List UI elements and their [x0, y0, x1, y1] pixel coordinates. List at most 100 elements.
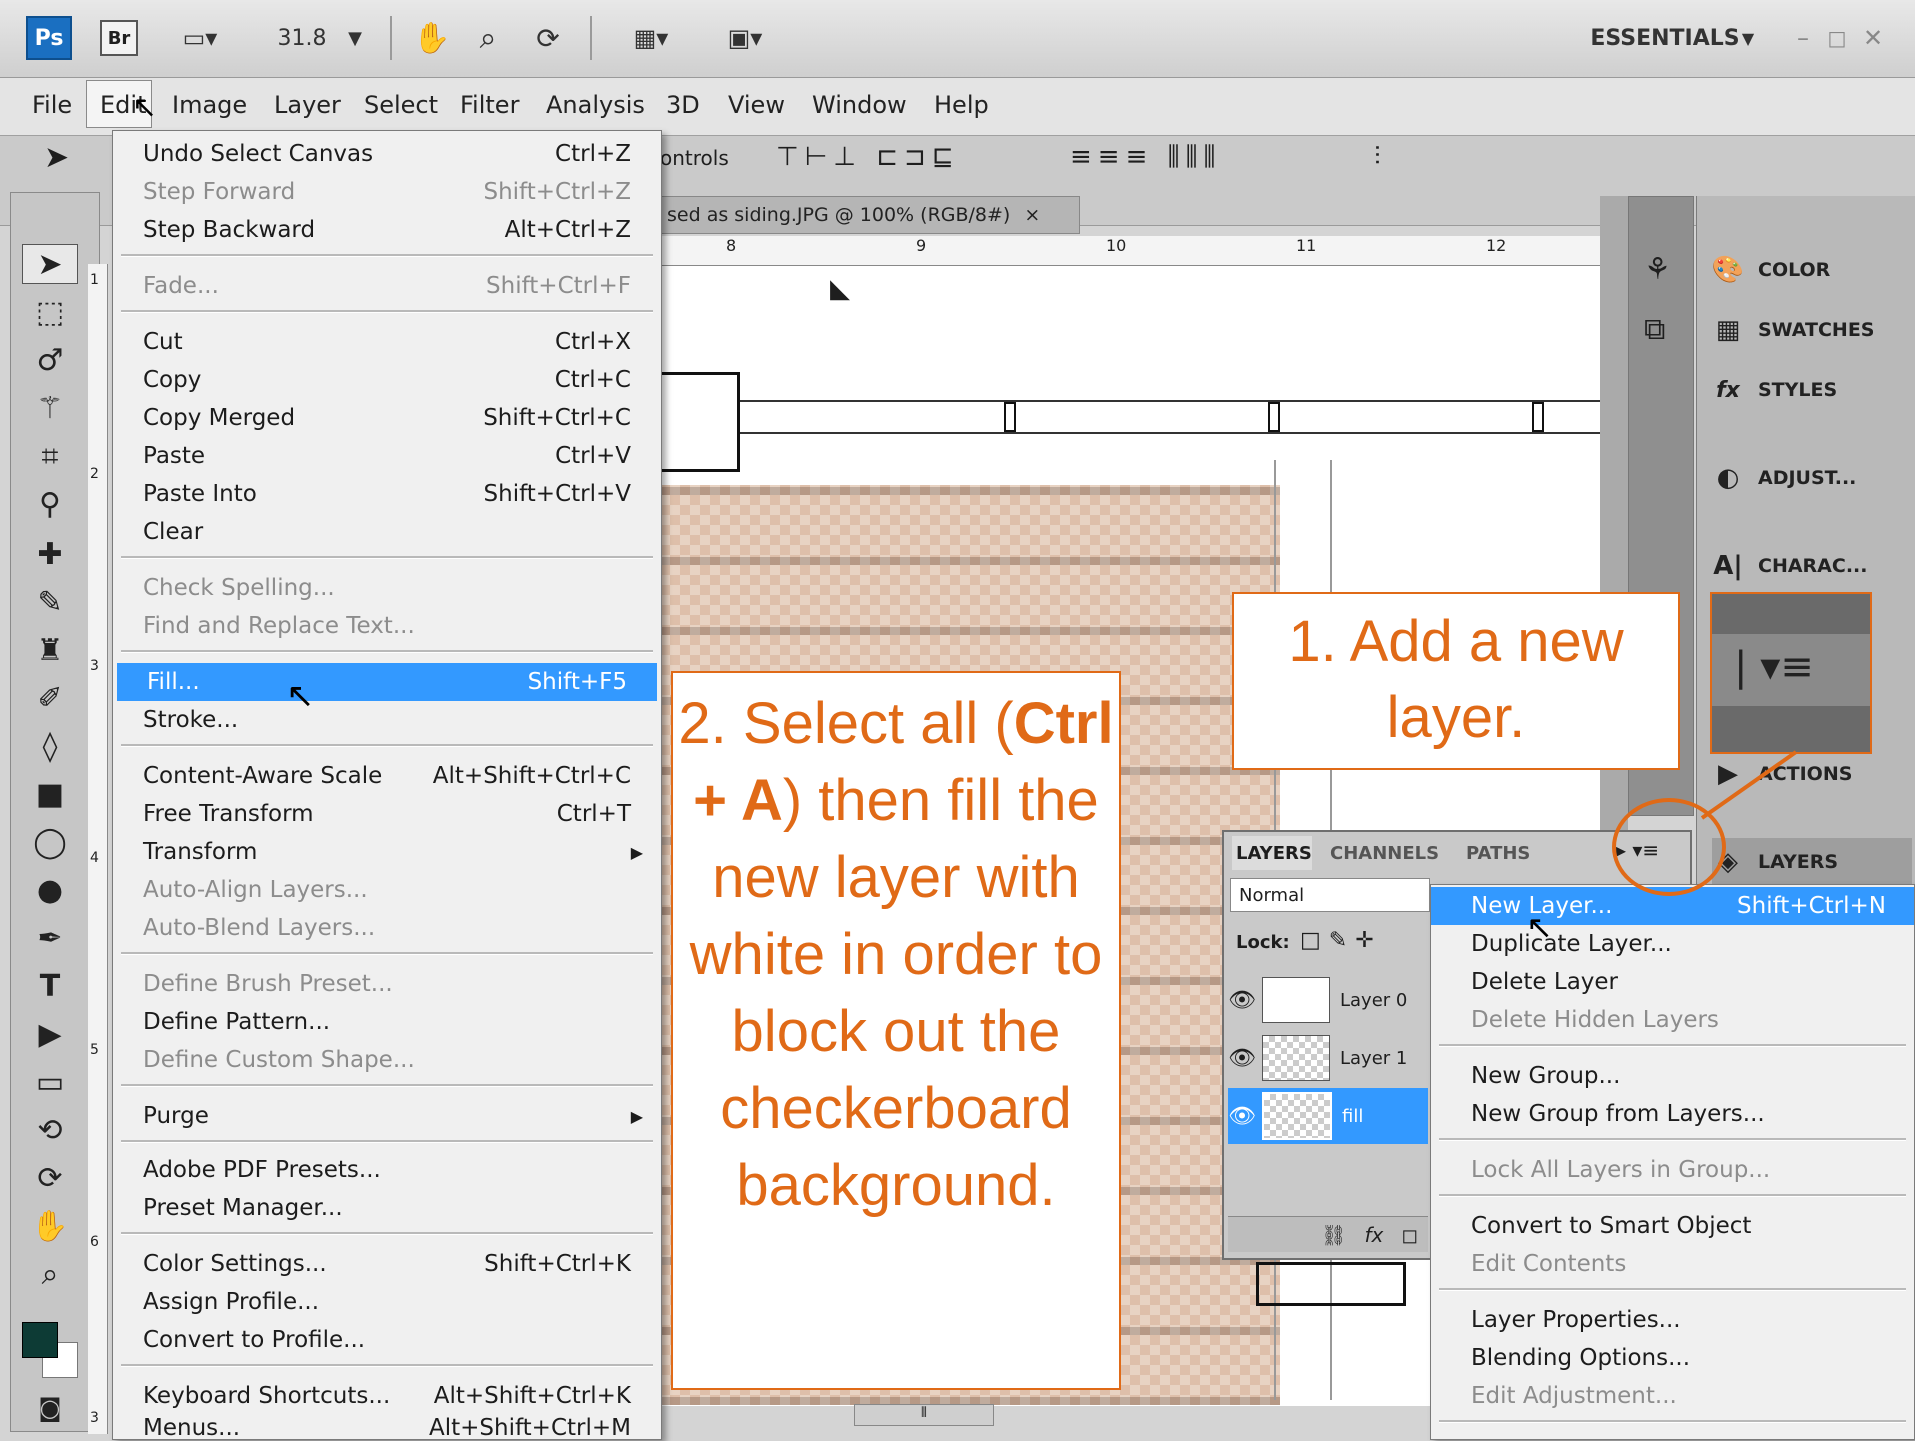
hand-tool-icon[interactable]: ✋: [22, 1206, 78, 1246]
panel-character[interactable]: A| CHARAC...: [1712, 542, 1912, 590]
menu-window[interactable]: Window: [808, 82, 911, 128]
layer-row[interactable]: 👁 Layer 0: [1228, 972, 1428, 1028]
menu-item-new-group-from-layers[interactable]: New Group from Layers...: [1431, 1095, 1914, 1133]
menu-item-pdf-presets[interactable]: Adobe PDF Presets...: [113, 1151, 661, 1189]
menu-analysis[interactable]: Analysis: [542, 82, 649, 128]
gradient-tool-icon[interactable]: ■: [22, 774, 78, 814]
menu-select[interactable]: Select: [360, 82, 442, 128]
horizontal-scrollbar-thumb[interactable]: ⫴: [854, 1404, 994, 1426]
link-layers-icon[interactable]: ⛓: [1321, 1223, 1346, 1247]
photoshop-logo[interactable]: Ps: [26, 16, 72, 60]
bridge-button[interactable]: Br: [100, 20, 138, 56]
tool-presets-icon[interactable]: ⚘: [1644, 252, 1671, 287]
distribute-buttons-icon[interactable]: ≡≡≡ ⫼⫼⫼: [1070, 142, 1222, 173]
zoom-tool-icon[interactable]: ⌕: [22, 1254, 78, 1294]
brush-tool-icon[interactable]: ✎: [22, 582, 78, 622]
menu-item-keyboard-shortcuts[interactable]: Keyboard Shortcuts... Alt+Shift+Ctrl+K: [113, 1377, 661, 1415]
menu-item-copy[interactable]: Copy Ctrl+C: [113, 361, 661, 399]
menu-item-stroke[interactable]: Stroke...: [113, 701, 661, 739]
menu-filter[interactable]: Filter: [456, 82, 523, 128]
menu-help[interactable]: Help: [930, 82, 993, 128]
pen-tool-icon[interactable]: ✒: [22, 918, 78, 958]
move-tool-icon[interactable]: ➤: [22, 244, 78, 284]
lasso-tool-icon[interactable]: ♂: [22, 340, 78, 380]
menu-3d[interactable]: 3D: [662, 82, 704, 128]
zoom-tool-icon[interactable]: ⌕: [468, 16, 508, 60]
eyedropper-tool-icon[interactable]: ⚲: [22, 484, 78, 524]
layer-style-icon[interactable]: fx: [1365, 1223, 1384, 1247]
healing-brush-tool-icon[interactable]: ✚: [22, 534, 78, 574]
menu-item-step-backward[interactable]: Step Backward Alt+Ctrl+Z: [113, 211, 661, 249]
workspace-dropdown-icon[interactable]: ▼: [1736, 16, 1760, 60]
menu-item-purge[interactable]: Purge ▶: [113, 1097, 661, 1135]
layer-row[interactable]: 👁 Layer 1: [1228, 1030, 1428, 1086]
menu-item-convert-smart-object[interactable]: Convert to Smart Object: [1431, 1207, 1914, 1245]
menu-item-free-transform[interactable]: Free Transform Ctrl+T: [113, 795, 661, 833]
blur-tool-icon[interactable]: ◯: [22, 822, 78, 862]
menu-item-assign-profile[interactable]: Assign Profile...: [113, 1283, 661, 1321]
menu-item-undo[interactable]: Undo Select Canvas Ctrl+Z: [113, 135, 661, 173]
menu-item-duplicate-layer[interactable]: Duplicate Layer...: [1431, 925, 1914, 963]
tab-layers[interactable]: LAYERS: [1232, 836, 1312, 870]
menu-item-copy-merged[interactable]: Copy Merged Shift+Ctrl+C: [113, 399, 661, 437]
menu-item-fill[interactable]: Fill... Shift+F5: [117, 663, 657, 701]
dodge-tool-icon[interactable]: ●: [22, 870, 78, 910]
shape-tool-icon[interactable]: ▭: [22, 1062, 78, 1102]
menu-item-layer-properties[interactable]: Layer Properties...: [1431, 1301, 1914, 1339]
minimize-icon[interactable]: –: [1788, 16, 1818, 60]
menu-item-content-aware-scale[interactable]: Content-Aware Scale Alt+Shift+Ctrl+C: [113, 757, 661, 795]
panel-styles[interactable]: fx STYLES: [1712, 366, 1912, 414]
menu-image[interactable]: Image: [168, 82, 251, 128]
rotate-view-icon[interactable]: ⟳: [528, 16, 568, 60]
quick-mask-icon[interactable]: ◙: [22, 1388, 78, 1428]
tab-paths[interactable]: PATHS: [1466, 836, 1530, 870]
menu-item-menus[interactable]: Menus... Alt+Shift+Ctrl+M: [113, 1415, 661, 1441]
maximize-icon[interactable]: □: [1822, 16, 1852, 60]
zoom-level[interactable]: 31.8: [278, 16, 327, 60]
menu-view[interactable]: View: [724, 82, 789, 128]
align-buttons-icon[interactable]: ⊤⊢⊥ ⊏⊐⊑: [776, 142, 960, 172]
panel-layers[interactable]: ◈ LAYERS: [1712, 838, 1912, 886]
menu-layer[interactable]: Layer: [270, 82, 345, 128]
menu-item-color-settings[interactable]: Color Settings... Shift+Ctrl+K: [113, 1245, 661, 1283]
menu-item-delete-layer[interactable]: Delete Layer: [1431, 963, 1914, 1001]
type-tool-icon[interactable]: T: [22, 966, 78, 1006]
magic-wand-tool-icon[interactable]: ⚚: [22, 388, 78, 428]
workspace-switcher[interactable]: ESSENTIALS: [1580, 16, 1750, 60]
menu-item-convert-profile[interactable]: Convert to Profile...: [113, 1321, 661, 1359]
menu-item-preset-manager[interactable]: Preset Manager...: [113, 1189, 661, 1227]
menu-item-define-pattern[interactable]: Define Pattern...: [113, 1003, 661, 1041]
eye-icon[interactable]: 👁: [1228, 1044, 1256, 1072]
menu-item-blending-options[interactable]: Blending Options...: [1431, 1339, 1914, 1377]
add-mask-icon[interactable]: ◻: [1401, 1223, 1418, 1247]
mini-bridge-icon[interactable]: ▭▾: [170, 16, 230, 60]
arrange-documents-icon[interactable]: ▦▾: [616, 16, 686, 60]
menu-item-clear[interactable]: Clear: [113, 513, 661, 551]
tab-channels[interactable]: CHANNELS: [1330, 836, 1439, 870]
menu-item-paste[interactable]: Paste Ctrl+V: [113, 437, 661, 475]
menu-file[interactable]: File: [28, 82, 76, 128]
panel-adjustments[interactable]: ◐ ADJUST...: [1712, 454, 1912, 502]
clone-stamp-tool-icon[interactable]: ♜: [22, 630, 78, 670]
lock-buttons-icon[interactable]: □✎✛: [1300, 928, 1382, 953]
hand-tool-icon[interactable]: ✋: [412, 16, 452, 60]
document-tab[interactable]: sed as siding.JPG @ 100% (RGB/8#) ×: [660, 196, 1080, 234]
show-transform-controls-label[interactable]: ontrols: [660, 146, 729, 170]
menu-item-cut[interactable]: Cut Ctrl+X: [113, 323, 661, 361]
zoom-dropdown-icon[interactable]: ▼: [340, 16, 370, 60]
menu-item-new-group[interactable]: New Group...: [1431, 1057, 1914, 1095]
path-selection-tool-icon[interactable]: ▶: [22, 1014, 78, 1054]
clone-source-icon[interactable]: ⧉: [1644, 312, 1665, 347]
panel-color[interactable]: 🎨 COLOR: [1712, 246, 1912, 294]
blend-mode-select[interactable]: Normal: [1230, 878, 1430, 912]
marquee-tool-icon[interactable]: ⬚: [22, 292, 78, 332]
move-tool-options-icon[interactable]: ➤: [44, 140, 69, 175]
eraser-tool-icon[interactable]: ◊: [22, 726, 78, 766]
3d-rotate-tool-icon[interactable]: ⟲: [22, 1110, 78, 1150]
close-tab-icon[interactable]: ×: [1024, 204, 1040, 226]
menu-item-transform[interactable]: Transform ▶: [113, 833, 661, 871]
eye-icon[interactable]: 👁: [1228, 1102, 1256, 1130]
panel-swatches[interactable]: ▦ SWATCHES: [1712, 306, 1912, 354]
crop-tool-icon[interactable]: ⌗: [22, 436, 78, 476]
history-brush-tool-icon[interactable]: ✐: [22, 678, 78, 718]
